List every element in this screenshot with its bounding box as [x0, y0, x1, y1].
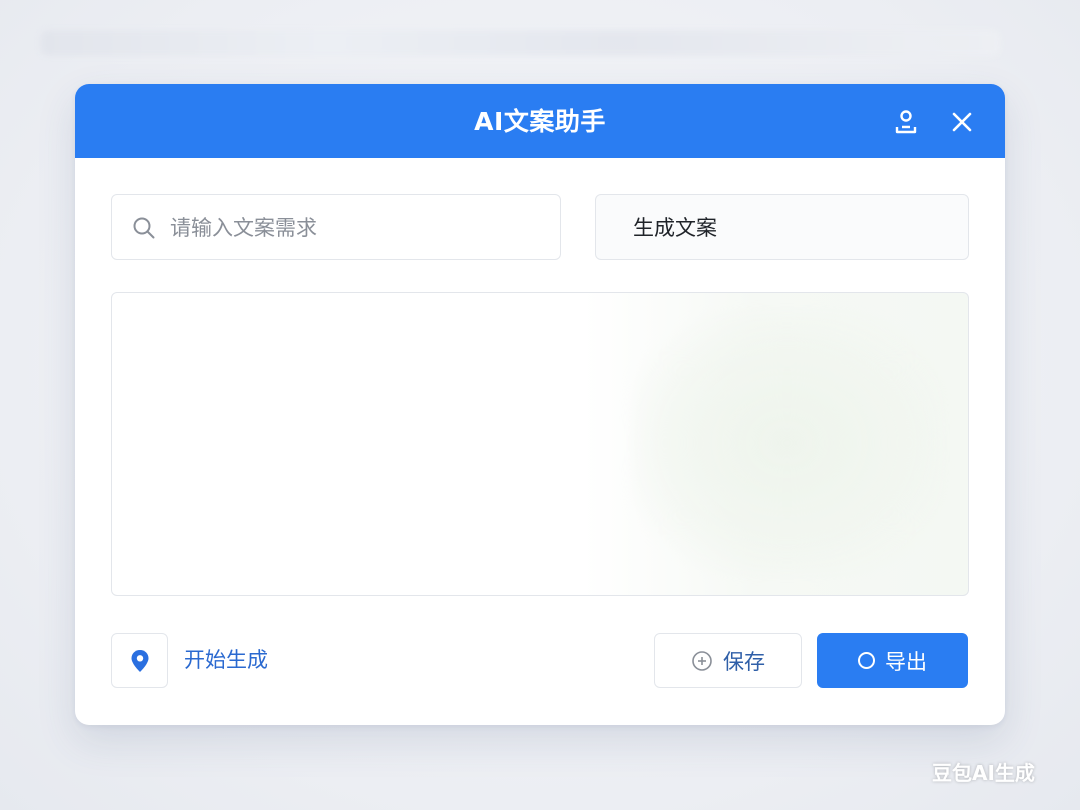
export-button[interactable]: 导出 [817, 633, 968, 688]
plus-circle-icon [692, 650, 712, 671]
location-button[interactable] [111, 633, 168, 688]
ai-copywriting-dialog: AI文案助手 生成文案 [75, 84, 1005, 725]
save-button[interactable]: 保存 [654, 633, 802, 688]
export-label: 导出 [885, 649, 927, 674]
search-field[interactable] [111, 194, 561, 260]
location-pin-icon [131, 649, 148, 672]
close-icon [952, 112, 972, 132]
dialog-title: AI文案助手 [474, 107, 606, 136]
background-blur [40, 30, 1000, 56]
user-button[interactable] [888, 104, 924, 140]
watermark: 豆包AI生成 [932, 761, 1035, 785]
start-generate-link[interactable]: 开始生成 [184, 633, 268, 688]
save-label: 保存 [723, 649, 765, 674]
generate-copy-button[interactable]: 生成文案 [595, 194, 969, 260]
close-button[interactable] [944, 104, 980, 140]
output-textarea[interactable] [111, 292, 969, 596]
user-icon [895, 110, 917, 134]
search-icon [133, 217, 155, 239]
search-input[interactable] [170, 207, 540, 249]
dialog-header: AI文案助手 [75, 84, 1005, 158]
generate-copy-label: 生成文案 [633, 216, 717, 240]
ring-icon [858, 652, 875, 669]
output-placeholder-haze [632, 313, 942, 573]
